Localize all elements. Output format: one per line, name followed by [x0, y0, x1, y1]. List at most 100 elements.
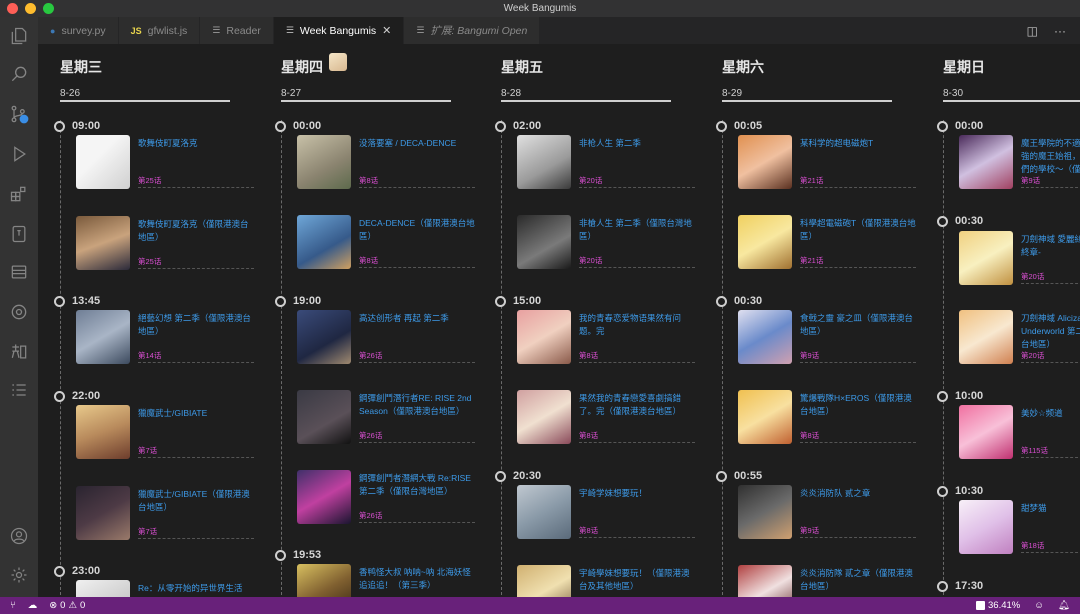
bangumi-title-link[interactable]: 刀劍神域 Alicization War of Underworld 第二季（僅…: [1021, 312, 1080, 351]
bangumi-entry[interactable]: 鋼彈創鬥者潛網大戰 Re:RISE 第二季（僅限台灣地區） 第26话: [297, 470, 475, 526]
bangumi-entry[interactable]: 宇崎学妹想要玩！ 第8话: [517, 485, 695, 541]
bangumi-title-link[interactable]: 絕藝幻想 第二季（僅限港澳台地區）: [138, 312, 254, 338]
bangumi-entry[interactable]: 没落要塞 / DECA-DENCE 第8话: [297, 135, 475, 191]
bangumi-entry[interactable]: 鋼彈創鬥潛行者RE: RISE 2nd Season（僅限港澳台地區） 第26话: [297, 390, 475, 446]
zoom-window-button[interactable]: [43, 3, 54, 14]
cover-image[interactable]: [517, 390, 571, 444]
outline-icon[interactable]: [8, 379, 30, 401]
list-icon[interactable]: [8, 261, 30, 283]
bangumi-entry[interactable]: 炎炎消防隊 貳之章（僅限港澳台地區）: [738, 565, 916, 597]
cover-image[interactable]: [297, 470, 351, 524]
cover-image[interactable]: [297, 310, 351, 364]
cover-image[interactable]: [517, 485, 571, 539]
bangumi-entry[interactable]: 非枪人生 第二季 第20话: [517, 135, 695, 191]
bangumi-title-link[interactable]: 非槍人生 第二季（僅限台灣地區）: [579, 217, 695, 243]
cover-image[interactable]: [297, 564, 351, 597]
bangumi-title-link[interactable]: 我的青春恋爱物语果然有问题。完: [579, 312, 695, 338]
target-icon[interactable]: [8, 301, 30, 323]
bangumi-entry[interactable]: 絕藝幻想 第二季（僅限港澳台地區） 第14话: [76, 310, 254, 366]
cover-image[interactable]: [517, 215, 571, 269]
cover-image[interactable]: [297, 215, 351, 269]
cover-image[interactable]: [297, 390, 351, 444]
bangumi-entry[interactable]: 科學超電磁砲T（僅限港澳台地區） 第21话: [738, 215, 916, 271]
bangumi-title-link[interactable]: 食戟之靈 豪之皿（僅限港澳台地區）: [800, 312, 916, 338]
cover-image[interactable]: [959, 500, 1013, 554]
bangumi-title-link[interactable]: 宇崎學妹想要玩！（僅限港澳台及其他地區）: [579, 567, 695, 593]
cover-image[interactable]: [76, 310, 130, 364]
cover-image[interactable]: [738, 390, 792, 444]
problems-indicator[interactable]: ⊗ 0 ⚠ 0: [49, 600, 85, 611]
tab-week-bangumis[interactable]: ☰ Week Bangumis ✕: [273, 17, 405, 44]
tab-reader[interactable]: ☰ Reader: [200, 17, 274, 44]
bangumi-title-link[interactable]: 美妙☆频道: [1021, 407, 1080, 420]
extensions-icon[interactable]: [8, 183, 30, 205]
tab-gfwlist-js[interactable]: JS gfwlist.js: [118, 17, 201, 44]
cover-image[interactable]: [517, 565, 571, 597]
bangumi-title-link[interactable]: 驚爆戰隊H×EROS（僅限港澳台地區）: [800, 392, 916, 418]
bangumi-title-link[interactable]: 没落要塞 / DECA-DENCE: [359, 137, 475, 150]
more-actions-icon[interactable]: ···: [1054, 24, 1066, 38]
cover-image[interactable]: [517, 135, 571, 189]
branch-icon[interactable]: ⑂: [10, 600, 16, 611]
bangumi-entry[interactable]: 歌舞伎町夏洛克（僅限港澳台地區） 第25话: [76, 216, 254, 272]
bangumi-entry[interactable]: 炎炎消防队 贰之章 第9话: [738, 485, 916, 541]
source-control-icon[interactable]: [8, 103, 30, 125]
cover-image[interactable]: [738, 135, 792, 189]
cover-image[interactable]: [738, 310, 792, 364]
bookmark-icon[interactable]: [8, 223, 30, 245]
bangumi-entry[interactable]: Re：从零开始的异世界生活: [76, 580, 254, 597]
minimize-window-button[interactable]: [25, 3, 36, 14]
bangumi-title-link[interactable]: 甜梦猫: [1021, 502, 1080, 515]
account-icon[interactable]: [8, 525, 30, 547]
bangumi-title-link[interactable]: 魔王學院的不適任者～史上最強的魔王始祖，轉生就讀子孫們的學校～（僅限港澳台地區）: [1021, 137, 1080, 176]
bangumi-entry[interactable]: 非槍人生 第二季（僅限台灣地區） 第20话: [517, 215, 695, 271]
feedback-icon[interactable]: ☺: [1034, 600, 1044, 611]
cover-image[interactable]: [517, 310, 571, 364]
cover-image[interactable]: [738, 485, 792, 539]
bangumi-entry[interactable]: 獵魔武士/GIBIATE（僅限港澳台地區） 第7话: [76, 486, 254, 542]
bangumi-entry[interactable]: 獵魔武士/GIBIATE 第7话: [76, 405, 254, 461]
bangumi-title-link[interactable]: 獵魔武士/GIBIATE（僅限港澳台地區）: [138, 488, 254, 514]
cover-image[interactable]: [76, 580, 130, 597]
search-icon[interactable]: [8, 63, 30, 85]
tab-extension-bangumi-open[interactable]: ☰ 扩展: Bangumi Open: [404, 17, 541, 44]
close-tab-icon[interactable]: ✕: [382, 24, 391, 37]
run-debug-icon[interactable]: [8, 143, 30, 165]
bangumi-entry[interactable]: 某科学的超电磁炮T 第21话: [738, 135, 916, 191]
cover-image[interactable]: [738, 565, 792, 597]
settings-gear-icon[interactable]: [8, 564, 30, 586]
bangumi-title-link[interactable]: 果然我的青春戀愛喜劇搞錯了。完（僅限港澳台地區）: [579, 392, 695, 418]
bangumi-title-link[interactable]: 炎炎消防隊 貳之章（僅限港澳台地區）: [800, 567, 916, 593]
tab-survey-py[interactable]: ● survey.py: [38, 17, 119, 44]
bangumi-entry[interactable]: 驚爆戰隊H×EROS（僅限港澳台地區） 第8话: [738, 390, 916, 446]
cover-image[interactable]: [959, 231, 1013, 285]
bangumi-entry[interactable]: 高达创形者 再起 第二季 第26话: [297, 310, 475, 366]
cover-image[interactable]: [738, 215, 792, 269]
bangumi-title-link[interactable]: 炎炎消防队 贰之章: [800, 487, 916, 500]
bangumi-title-link[interactable]: 歌舞伎町夏洛克: [138, 137, 254, 150]
cover-image[interactable]: [959, 405, 1013, 459]
cover-image[interactable]: [297, 135, 351, 189]
bangumi-entry[interactable]: 刀劍神域 Alicization War of Underworld 第二季（僅…: [959, 310, 1080, 366]
cover-image[interactable]: [76, 405, 130, 459]
bangumi-title-link[interactable]: Re：从零开始的异世界生活: [138, 582, 254, 595]
bangumi-title-link[interactable]: 香鸭怪大叔 呐呐~呐 北海妖怪追追追！（第三季）: [359, 566, 475, 592]
bangumi-title-link[interactable]: 刀劍神域 愛麗絲篇 異界戰爭 -終章-: [1021, 233, 1080, 259]
bangumi-entry[interactable]: 果然我的青春戀愛喜劇搞錯了。完（僅限港澳台地區） 第8话: [517, 390, 695, 446]
bangumi-title-link[interactable]: 非枪人生 第二季: [579, 137, 695, 150]
remote-icon[interactable]: ☁: [28, 600, 38, 611]
zoom-indicator[interactable]: 36.41%: [976, 600, 1020, 611]
cover-image[interactable]: [76, 216, 130, 270]
bangumi-entry[interactable]: 歌舞伎町夏洛克 第25话: [76, 135, 254, 191]
close-window-button[interactable]: [7, 3, 18, 14]
bangumi-entry[interactable]: 魔王學院的不適任者～史上最強的魔王始祖，轉生就讀子孫們的學校～（僅限港澳台地區）…: [959, 135, 1080, 191]
bangumi-entry[interactable]: DECA-DENCE（僅限港澳台地區） 第8话: [297, 215, 475, 271]
bangumi-entry[interactable]: 甜梦猫 第18话: [959, 500, 1080, 556]
bangumi-title-link[interactable]: 歌舞伎町夏洛克（僅限港澳台地區）: [138, 218, 254, 244]
explorer-icon[interactable]: [8, 25, 30, 47]
zhihu-icon[interactable]: [8, 341, 30, 363]
bangumi-title-link[interactable]: 鋼彈創鬥潛行者RE: RISE 2nd Season（僅限港澳台地區）: [359, 392, 475, 418]
notifications-icon[interactable]: 🔔︎: [1058, 600, 1070, 611]
bangumi-entry[interactable]: 美妙☆频道 第115话: [959, 405, 1080, 461]
bangumi-entry[interactable]: 我的青春恋爱物语果然有问题。完 第8话: [517, 310, 695, 366]
